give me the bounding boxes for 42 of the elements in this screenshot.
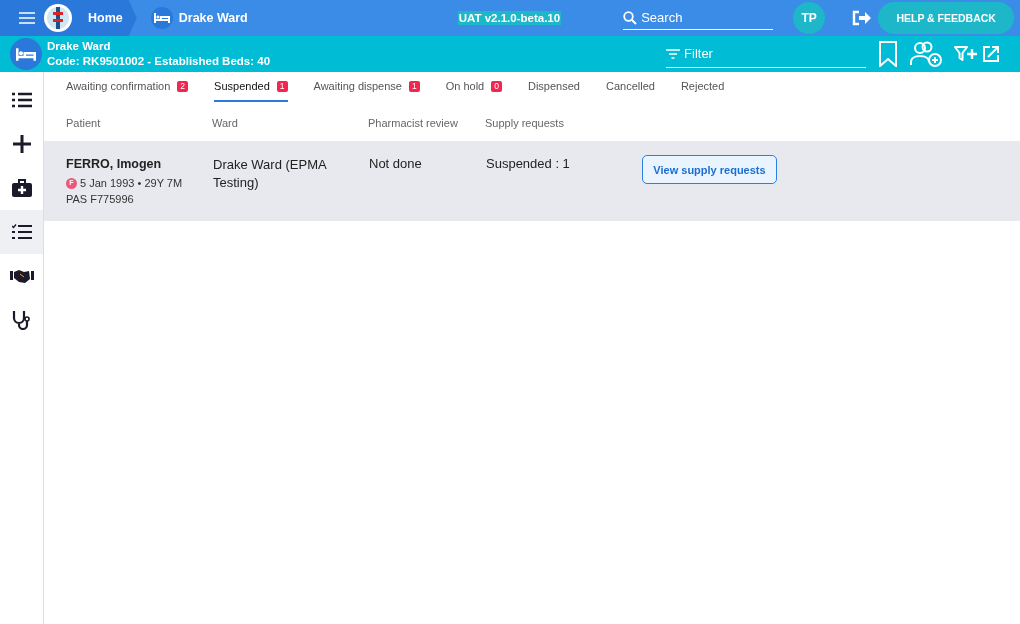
environment-label: UAT v2.1.0-beta.10 bbox=[457, 11, 562, 25]
status-tab[interactable]: Rejected bbox=[680, 72, 725, 102]
pas-number: PAS F775996 bbox=[66, 192, 134, 207]
logout-icon[interactable] bbox=[852, 10, 873, 26]
status-tab[interactable]: On hold 0 bbox=[445, 72, 502, 102]
bed-icon bbox=[150, 7, 173, 29]
logo-icon bbox=[43, 3, 73, 33]
count-badge: 0 bbox=[491, 80, 502, 92]
column-header: Ward bbox=[212, 109, 368, 141]
view-supply-requests-button[interactable]: View supply requests bbox=[642, 155, 777, 184]
column-header: Pharmacist review bbox=[368, 109, 485, 141]
status-tab[interactable]: Awaiting dispense 1 bbox=[313, 72, 420, 102]
status-tab[interactable]: Suspended 1 bbox=[214, 72, 288, 102]
count-badge: 2 bbox=[177, 80, 189, 92]
home-link[interactable]: Home bbox=[72, 0, 137, 36]
table-cell: Suspended : 1 bbox=[485, 141, 641, 221]
status-tab[interactable]: Cancelled bbox=[605, 72, 655, 102]
ward-name: Drake Ward bbox=[47, 39, 112, 54]
table-cell: Not done bbox=[368, 141, 485, 221]
list-icon bbox=[11, 92, 32, 108]
search-icon bbox=[623, 10, 638, 25]
ward-details: Code: RK9501002 - Established Beds: 40 bbox=[47, 54, 271, 69]
filter-field[interactable]: Filter bbox=[684, 43, 867, 64]
plus-icon bbox=[12, 135, 31, 153]
date-of-birth: 5 Jan 1993 • 29Y 7M bbox=[80, 176, 183, 191]
sidebar-item[interactable] bbox=[0, 210, 43, 254]
filter-icon bbox=[666, 48, 681, 59]
status-tab[interactable]: Awaiting confirmation 2 bbox=[66, 72, 189, 102]
status-tab[interactable]: Dispensed bbox=[527, 72, 580, 102]
checklist-icon bbox=[11, 224, 32, 240]
bed-icon bbox=[10, 38, 42, 70]
stethoscope-icon bbox=[11, 310, 32, 330]
column-header: Supply requests bbox=[485, 109, 641, 141]
count-badge: 1 bbox=[276, 80, 288, 92]
table-cell: Drake Ward (EPMA Testing) bbox=[212, 141, 368, 221]
patient-name: FERRO, Imogen bbox=[66, 156, 163, 172]
medical-bag-icon bbox=[11, 179, 32, 197]
column-header: Patient bbox=[44, 109, 212, 141]
search-field[interactable]: Search bbox=[641, 7, 774, 28]
menu-icon[interactable] bbox=[19, 12, 35, 24]
count-badge: 1 bbox=[408, 80, 420, 92]
handshake-icon bbox=[9, 269, 34, 283]
